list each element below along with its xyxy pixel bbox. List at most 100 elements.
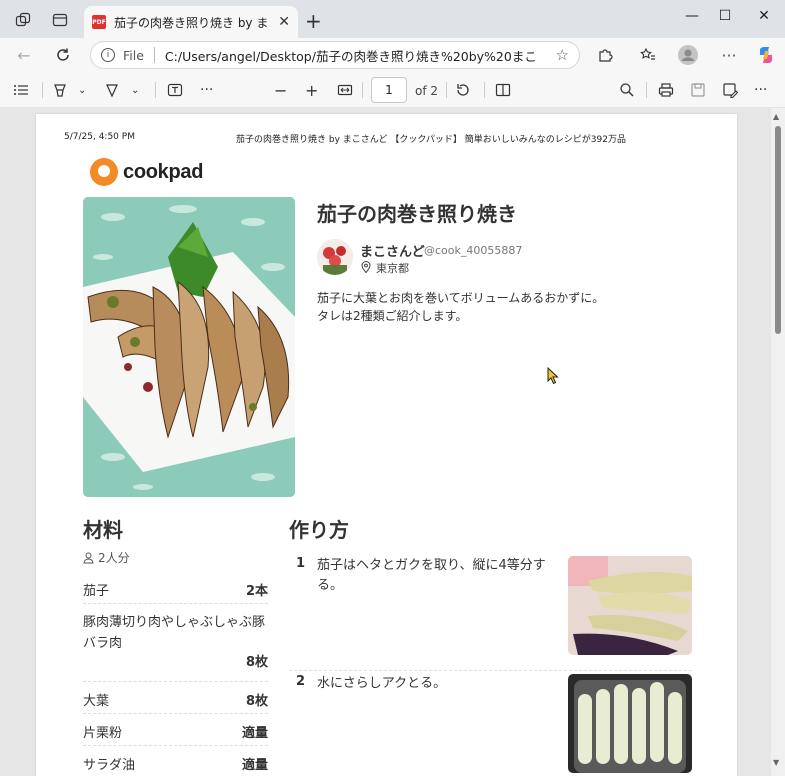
extensions-icon[interactable] <box>594 44 616 66</box>
url-field[interactable]: i File C:/Users/angel/Desktop/茄子の肉巻き照り焼き… <box>90 41 580 69</box>
ingredient-qty: 適量 <box>241 726 268 741</box>
fit-to-width-icon[interactable] <box>337 80 353 100</box>
more-tools-icon[interactable]: ··· <box>200 80 213 100</box>
ingredient-qty: 8枚 <box>245 655 268 670</box>
author-avatar[interactable] <box>317 239 353 275</box>
servings: 2人分 <box>83 549 130 566</box>
profile-avatar[interactable] <box>677 44 699 66</box>
more-menu-icon[interactable]: ··· <box>718 44 740 66</box>
recipe-description: 茄子に大葉とお肉を巻いてボリュームあるおかずに。 タレは2種類ご紹介します。 <box>317 289 604 325</box>
ingredients-list: 茄子 2本 豚肉薄切り肉やしゃぶしゃぶ豚バラ肉 8枚 大葉 8枚 片栗粉 適量 … <box>83 572 268 776</box>
save-as-icon[interactable] <box>722 80 738 100</box>
ingredient-name: 茄子 <box>83 584 110 599</box>
minimize-icon[interactable]: — <box>680 8 704 24</box>
ingredients-heading: 材料 <box>83 518 123 542</box>
back-icon[interactable]: ← <box>13 44 35 66</box>
recipe-title: 茄子の肉巻き照り焼き <box>317 202 517 226</box>
save-icon[interactable] <box>690 80 706 100</box>
settings-more-icon[interactable]: ··· <box>754 80 767 100</box>
zoom-in-icon[interactable]: + <box>305 80 318 100</box>
ingredient-row: 大葉 8枚 <box>83 682 268 714</box>
scroll-thumb[interactable] <box>775 126 781 334</box>
page-view-icon[interactable] <box>495 80 511 100</box>
search-icon[interactable] <box>619 80 635 100</box>
toolbar-divider <box>446 82 447 98</box>
cookpad-logo[interactable]: cookpad <box>90 158 203 186</box>
highlight-chevron-down-icon[interactable]: ⌄ <box>78 80 86 100</box>
rotate-icon[interactable] <box>455 80 471 100</box>
new-tab-icon[interactable]: + <box>305 9 322 33</box>
copilot-icon[interactable] <box>755 44 777 66</box>
ingredient-name: 大葉 <box>83 694 110 709</box>
info-icon[interactable]: i <box>101 48 115 62</box>
pdf-page: 5/7/25, 4:50 PM 茄子の肉巻き照り焼き by まこさんど 【クック… <box>36 114 737 776</box>
ingredient-qty: 適量 <box>241 758 268 773</box>
cookpad-logo-text: cookpad <box>123 160 204 183</box>
ingredient-qty: 8枚 <box>245 694 268 709</box>
favorite-star-icon[interactable]: ☆ <box>556 46 569 64</box>
url-text: C:/Users/angel/Desktop/茄子の肉巻き照り焼き%20by%2… <box>164 48 535 64</box>
tab-actions-icon[interactable] <box>48 8 72 32</box>
recipe-main-photo <box>83 197 295 497</box>
scroll-up-icon[interactable]: ▲ <box>773 112 779 121</box>
scroll-down-icon[interactable]: ▼ <box>773 758 779 767</box>
maximize-icon[interactable]: ☐ <box>713 8 737 24</box>
steps-heading: 作り方 <box>289 518 349 542</box>
contents-list-icon[interactable] <box>13 80 29 100</box>
person-icon <box>83 552 94 563</box>
title-bar: PDF 茄子の肉巻き照り焼き by まこさんど ✕ + — ☐ ✕ <box>0 0 785 38</box>
favorites-icon[interactable] <box>637 44 659 66</box>
step-divider <box>289 670 692 671</box>
step-item: 2 水にさらしアクとる。 <box>289 674 692 774</box>
url-divider <box>153 47 155 63</box>
highlight-icon[interactable] <box>52 80 68 100</box>
pdf-toolbar: ⌄ ⌄ ··· − + 1 of 2 ··· <box>0 72 785 108</box>
text-tool-icon[interactable] <box>167 80 183 100</box>
page-number-input[interactable]: 1 <box>371 77 407 103</box>
toolbar-divider <box>42 82 43 98</box>
step-item: 1 茄子はヘタとガクを取り、縦に4等分する。 <box>289 556 692 656</box>
author-name[interactable]: まこさんど <box>360 241 425 260</box>
close-window-icon[interactable]: ✕ <box>752 8 776 24</box>
cookpad-logo-icon <box>90 158 118 186</box>
ingredient-qty: 2本 <box>245 584 268 599</box>
step-text: 茄子はヘタとガクを取り、縦に4等分する。 <box>317 558 546 593</box>
toolbar-divider <box>155 82 156 98</box>
toolbar-divider <box>646 82 647 98</box>
close-tab-icon[interactable]: ✕ <box>278 14 290 30</box>
workspaces-icon[interactable] <box>11 8 35 32</box>
step-photo <box>568 674 692 773</box>
servings-text: 2人分 <box>98 551 130 565</box>
pdf-viewer[interactable]: 5/7/25, 4:50 PM 茄子の肉巻き照り焼き by まこさんど 【クック… <box>0 108 785 776</box>
ingredient-row: サラダ油 適量 <box>83 746 268 776</box>
ingredient-row: 片栗粉 適量 <box>83 714 268 746</box>
draw-icon[interactable] <box>104 80 120 100</box>
print-date: 5/7/25, 4:50 PM <box>64 132 135 142</box>
step-number: 2 <box>296 674 306 689</box>
location-pin-icon <box>361 261 371 273</box>
file-label: File <box>123 47 144 63</box>
toolbar-divider <box>484 82 485 98</box>
ingredient-row: 茄子 2本 <box>83 572 268 604</box>
mouse-cursor-icon <box>547 367 559 385</box>
step-text: 水にさらしアクとる。 <box>317 676 447 691</box>
author-id: @cook_40055887 <box>424 244 523 257</box>
refresh-icon[interactable] <box>52 44 74 66</box>
draw-chevron-down-icon[interactable]: ⌄ <box>131 80 139 100</box>
ingredient-name: 片栗粉 <box>83 726 123 741</box>
step-number: 1 <box>296 556 306 571</box>
tab-active[interactable]: PDF 茄子の肉巻き照り焼き by まこさんど ✕ <box>84 6 298 38</box>
ingredient-name: 豚肉薄切り肉やしゃぶしゃぶ豚バラ肉 <box>83 615 266 651</box>
zoom-out-icon[interactable]: − <box>274 80 287 100</box>
author-location: 東京都 <box>376 262 409 275</box>
description-line: 茄子に大葉とお肉を巻いてボリュームあるおかずに。 <box>317 291 605 305</box>
pdf-icon: PDF <box>92 15 106 29</box>
page-count: of 2 <box>415 84 439 98</box>
ingredient-row: 豚肉薄切り肉やしゃぶしゃぶ豚バラ肉 8枚 <box>83 604 268 682</box>
description-line: タレは2種類ご紹介します。 <box>317 309 468 323</box>
vertical-scrollbar[interactable]: ▲ ▼ <box>771 108 785 776</box>
print-icon[interactable] <box>658 80 674 100</box>
address-bar: ← i File C:/Users/angel/Desktop/茄子の肉巻き照り… <box>0 38 785 72</box>
toolbar-divider <box>362 82 363 98</box>
print-title: 茄子の肉巻き照り焼き by まこさんど 【クックパッド】 簡単おいしいみんなのレ… <box>236 135 626 145</box>
